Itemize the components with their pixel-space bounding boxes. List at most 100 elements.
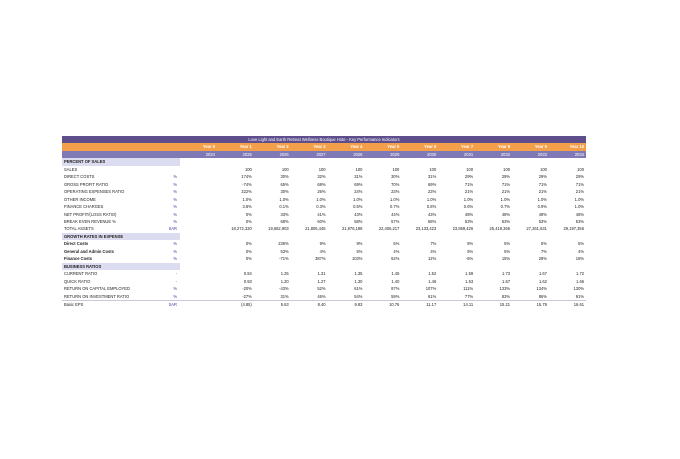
value-cell: 54% xyxy=(354,293,363,299)
value-cell: 23% xyxy=(391,189,400,195)
value-cell: 71% xyxy=(464,181,474,187)
date-header-cell: 2032 xyxy=(475,150,513,159)
value-cell xyxy=(180,270,217,277)
section-spacer xyxy=(291,263,328,270)
date-header-cell: 2030 xyxy=(401,150,439,159)
value-cell: 100 xyxy=(355,166,363,172)
value-cell: 65% xyxy=(280,181,289,187)
section-spacer xyxy=(328,158,365,165)
row-label: FINANCE CHARGES xyxy=(64,204,104,210)
value-cell: 71% xyxy=(575,181,584,187)
value-cell: 32% xyxy=(317,174,326,180)
value-cell: 5% xyxy=(356,248,363,254)
value-cell: 71% xyxy=(501,181,511,187)
row-label: BREAK EVEN REVENUE % xyxy=(64,218,116,224)
value-cell: 0.6% xyxy=(463,204,474,210)
row-label: Finance Costs xyxy=(64,256,92,262)
row-unit: % xyxy=(173,241,177,247)
value-cell: -43% xyxy=(279,286,289,292)
table-row: BREAK EVEN REVENUE %% 0% 68% 60% 58% 57% 58% 53… xyxy=(62,218,586,225)
row-unit: % xyxy=(173,174,177,180)
value-cell: 100 xyxy=(466,166,474,172)
value-cell: 24% xyxy=(354,189,363,195)
value-cell: 28% xyxy=(538,256,547,262)
value-cell: 18,272,320 xyxy=(231,226,252,232)
value-cell: 12% xyxy=(428,256,437,262)
value-cell: 30% xyxy=(280,174,289,180)
value-cell: 111% xyxy=(463,286,474,292)
section-spacer xyxy=(180,263,217,270)
row-label: QUICK RATIO xyxy=(64,278,91,284)
value-cell: 100 xyxy=(540,166,547,172)
value-cell: 68% xyxy=(317,181,326,187)
year-header-cell: Year 6 xyxy=(401,143,439,151)
value-cell: 30% xyxy=(280,189,289,195)
value-cell: 83% xyxy=(501,293,511,299)
table-row: RETURN ON INVESTMENT RATIO% -27% 31% 46% 54%… xyxy=(62,293,586,301)
row-unit: SAR xyxy=(168,226,177,232)
value-cell: 0.1% xyxy=(279,204,289,210)
date-header-row: 2024 2025 2026 2027 2028 2029 2030 2031 2032 2033… xyxy=(62,150,586,159)
value-cell xyxy=(180,255,217,262)
value-cell: 48% xyxy=(501,211,511,217)
section-spacer xyxy=(475,158,512,165)
row-unit: % xyxy=(173,256,177,262)
title-row: Love Light and Earth Retreat Wellness Bo… xyxy=(62,136,586,144)
table-row: FINANCE CHARGES% 3.8% 0.1% 0.3% 0.5% 0.7% 0.8%… xyxy=(62,203,586,210)
year-header-cell: Year 3 xyxy=(290,143,328,151)
value-cell: 100 xyxy=(577,166,584,172)
table-row: OPERATING EXPENSES RATIO% 322% 30% 26% 24% 23… xyxy=(62,188,586,195)
value-cell: 0% xyxy=(245,248,252,254)
date-header-cell: 2034 xyxy=(548,150,586,159)
row-unit: % xyxy=(173,196,177,202)
section-spacer xyxy=(512,233,549,240)
value-cell: 30% xyxy=(391,174,400,180)
row-label: TOTAL ASSETS xyxy=(64,226,94,232)
value-cell: -27% xyxy=(242,293,252,299)
section-spacer xyxy=(180,233,217,240)
row-unit: % xyxy=(173,189,177,195)
date-header-cell: 2029 xyxy=(364,150,402,159)
value-cell: 21% xyxy=(538,189,547,195)
value-cell: 103% xyxy=(351,256,363,262)
value-cell xyxy=(180,166,217,173)
value-cell: 29% xyxy=(575,174,584,180)
date-header-cell: 2033 xyxy=(512,150,549,159)
row-unit: % xyxy=(173,204,177,210)
value-cell: 4% xyxy=(430,248,437,254)
row-unit: % xyxy=(173,181,177,187)
year-header-cell: Year 10 xyxy=(548,143,586,151)
row-label: OTHER INCOME xyxy=(64,196,96,202)
value-cell xyxy=(180,225,217,232)
value-cell: 31% xyxy=(280,293,289,299)
value-cell: 0.94 xyxy=(243,271,252,277)
value-cell: 62% xyxy=(391,256,400,262)
value-cell: 61% xyxy=(428,293,437,299)
value-cell: 133% xyxy=(499,286,511,292)
value-cell: 7% xyxy=(540,248,547,254)
year-header-cell: Year 8 xyxy=(475,143,513,151)
row-unit: % xyxy=(173,218,177,224)
row-label: General and Admin Costs xyxy=(64,248,114,254)
table-row: DIRECT COSTS% 174% 30% 32% 31% 30% 31% 29% 29% 29… xyxy=(62,173,586,180)
value-cell: 100 xyxy=(503,166,511,172)
table-row: SALES 100 100 100 100 100 100 100 100 100 100 xyxy=(62,166,586,173)
value-cell xyxy=(180,188,217,195)
value-cell: 1.0% xyxy=(353,196,363,202)
value-cell: 4% xyxy=(393,248,400,254)
value-cell xyxy=(180,299,217,309)
value-cell: 86% xyxy=(538,293,547,299)
section-spacer xyxy=(549,233,586,240)
value-cell: 5% xyxy=(393,241,400,247)
value-cell: 1.46 xyxy=(428,278,437,284)
row-unit: SAR xyxy=(166,299,180,309)
value-cell: 19,682,903 xyxy=(268,226,289,232)
value-cell: 1.73 xyxy=(502,271,511,277)
table-row: RETURN ON CAPITAL EMPLOYED% -20% -43% 52% 61… xyxy=(62,285,586,292)
value-cell: 1.72 xyxy=(576,271,584,277)
value-cell: 1.0% xyxy=(242,196,252,202)
value-cell: 5% xyxy=(504,248,511,254)
value-cell: 27,261,631 xyxy=(526,226,547,232)
section-header-row: PERCENT OF SALES xyxy=(62,158,586,166)
row-label: Basic EPS xyxy=(62,299,166,309)
